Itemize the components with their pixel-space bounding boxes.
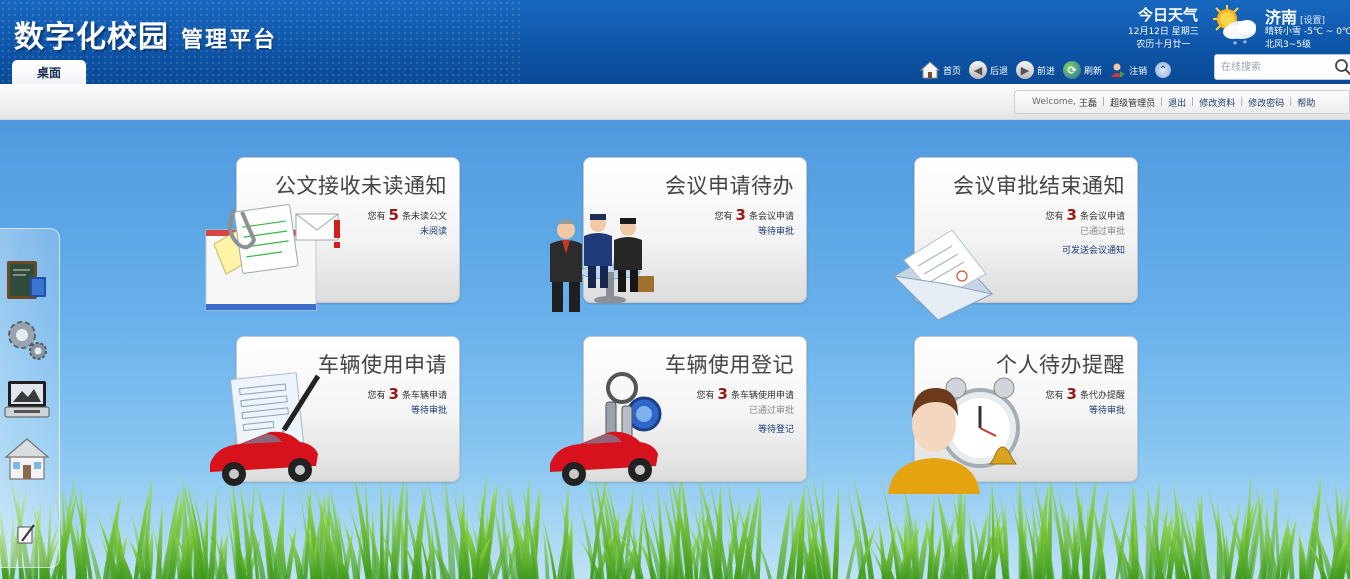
- svg-text:*: *: [1243, 39, 1247, 48]
- person-alarm-clock-icon: [888, 377, 1020, 494]
- card-status-link[interactable]: 未阅读: [420, 226, 447, 238]
- card-status-text: 已通过审批: [1079, 227, 1125, 237]
- forward-button[interactable]: ▶ 前进: [1016, 61, 1055, 79]
- home-icon: [920, 61, 940, 79]
- search-icon[interactable]: [1334, 58, 1350, 76]
- weather-lunar-text: 农历十月廿一: [1136, 40, 1191, 50]
- user-name: 王磊: [1079, 98, 1098, 109]
- card-count: 3: [1066, 206, 1077, 224]
- card-count-line: 您有 3 条代办提醒: [1045, 385, 1125, 403]
- card-status-link[interactable]: 等待审批: [411, 405, 447, 417]
- weather-wind: 北风3~5级: [1265, 40, 1311, 50]
- weather-city: 济南 [设置]: [1265, 4, 1325, 28]
- app-logo: 数字化校园 管理平台: [14, 12, 277, 56]
- user-bar: Welcome, 王磊 | 超级管理员 | 退出 | 修改资料 | 修改密码 |…: [1014, 90, 1350, 114]
- refresh-button[interactable]: ⟳ 刷新: [1063, 61, 1102, 79]
- card-status-link[interactable]: 等待审批: [758, 226, 794, 238]
- weather-detail: 晴转小雪 -5℃ ~ 0℃ 北风3~5级: [1265, 26, 1350, 52]
- card-count: 3: [735, 206, 746, 224]
- card-title: 会议审批结束通知: [953, 174, 1125, 198]
- card-status-text: 已通过审批: [748, 406, 794, 416]
- search-box: [1214, 54, 1350, 80]
- card-title: 车辆使用登记: [665, 353, 794, 377]
- weather-title: 今日天气: [1138, 6, 1199, 24]
- meeting-people-icon: [550, 214, 654, 312]
- card-count: 3: [388, 385, 399, 403]
- change-password-link[interactable]: 修改密码: [1248, 96, 1284, 109]
- forward-arrow-icon: ▶: [1016, 61, 1035, 79]
- svg-text:*: *: [1233, 40, 1237, 49]
- card-count-line: 您有 3 条车辆申请: [367, 385, 447, 403]
- help-link[interactable]: 帮助: [1297, 96, 1315, 109]
- blackboard-book-icon[interactable]: [4, 255, 50, 303]
- card-count-line: 您有 5 条未读公文: [367, 206, 447, 224]
- car-key-icon: [550, 372, 662, 486]
- search-input[interactable]: [1221, 59, 1329, 75]
- sun-cloud-snow-icon: * *: [1213, 5, 1256, 49]
- edit-profile-link[interactable]: 修改资料: [1199, 96, 1235, 109]
- logo-main-text: 数字化校园: [14, 20, 169, 55]
- back-button[interactable]: ◀ 后退: [969, 61, 1008, 79]
- card-count-line: 您有 3 条会议申请: [1045, 206, 1125, 224]
- laptop-icon[interactable]: [4, 375, 50, 423]
- card-count: 5: [388, 206, 399, 224]
- city-name: 济南: [1265, 8, 1298, 27]
- logout-user-icon: [1111, 63, 1126, 77]
- card-title: 公文接收未读通知: [275, 174, 447, 198]
- card-count: 3: [1066, 385, 1077, 403]
- card-title: 车辆使用申请: [318, 353, 447, 377]
- card-count-line: 您有 3 条车辆使用申请: [696, 385, 794, 403]
- gears-icon[interactable]: [4, 315, 50, 363]
- card-count-line: 您有 3 条会议申请: [714, 206, 794, 224]
- card-status-link[interactable]: 等待登记: [758, 424, 794, 436]
- user-role: 超级管理员: [1110, 98, 1156, 109]
- card-status-link[interactable]: 等待审批: [1089, 405, 1125, 417]
- card-status-link[interactable]: 可发送会议通知: [1062, 245, 1125, 257]
- top-header: 数字化校园 管理平台 桌面 今日天气 12月12日 星期三 农历十月廿一 * *…: [0, 0, 1350, 84]
- logo-sub-text: 管理平台: [181, 28, 278, 53]
- car-form-icon: [210, 372, 321, 486]
- weather-settings-link[interactable]: [设置]: [1300, 16, 1325, 26]
- tab-desktop[interactable]: 桌面: [12, 60, 86, 84]
- exit-link[interactable]: 退出: [1168, 96, 1186, 109]
- open-envelope-icon: [892, 229, 994, 320]
- documents-mail-icon: [205, 204, 340, 311]
- weather-condition: 晴转小雪 -5℃ ~ 0℃: [1265, 27, 1350, 37]
- logout-label: 注销: [1129, 66, 1148, 77]
- weather-date: 12月12日 星期三 农历十月廿一: [1128, 26, 1199, 52]
- back-arrow-icon: ◀: [969, 61, 988, 79]
- house-icon[interactable]: [4, 435, 50, 483]
- card-count: 3: [717, 385, 728, 403]
- card-title: 会议申请待办: [665, 174, 794, 198]
- forward-label: 前进: [1037, 66, 1056, 77]
- refresh-label: 刷新: [1084, 66, 1103, 77]
- collapse-up-icon[interactable]: ⌃: [1155, 62, 1172, 78]
- weather-date-text: 12月12日 星期三: [1128, 27, 1199, 37]
- edit-note-icon[interactable]: [4, 513, 50, 561]
- left-dock: [0, 228, 60, 568]
- back-label: 后退: [990, 66, 1009, 77]
- home-button[interactable]: 首页: [920, 61, 961, 79]
- nav-toolbar: 首页 ◀ 后退 ▶ 前进 ⟳ 刷新 注销 ⌃: [920, 60, 1172, 80]
- grass-background: [0, 469, 1350, 579]
- desktop-area: 公文接收未读通知 您有 5 条未读公文 未阅读 会议申请待办 您有 3 条会议申请 等待…: [0, 120, 1350, 579]
- home-label: 首页: [943, 66, 962, 77]
- welcome-text: Welcome,: [1032, 97, 1077, 107]
- logout-button[interactable]: 注销: [1110, 62, 1147, 78]
- refresh-icon: ⟳: [1063, 61, 1082, 79]
